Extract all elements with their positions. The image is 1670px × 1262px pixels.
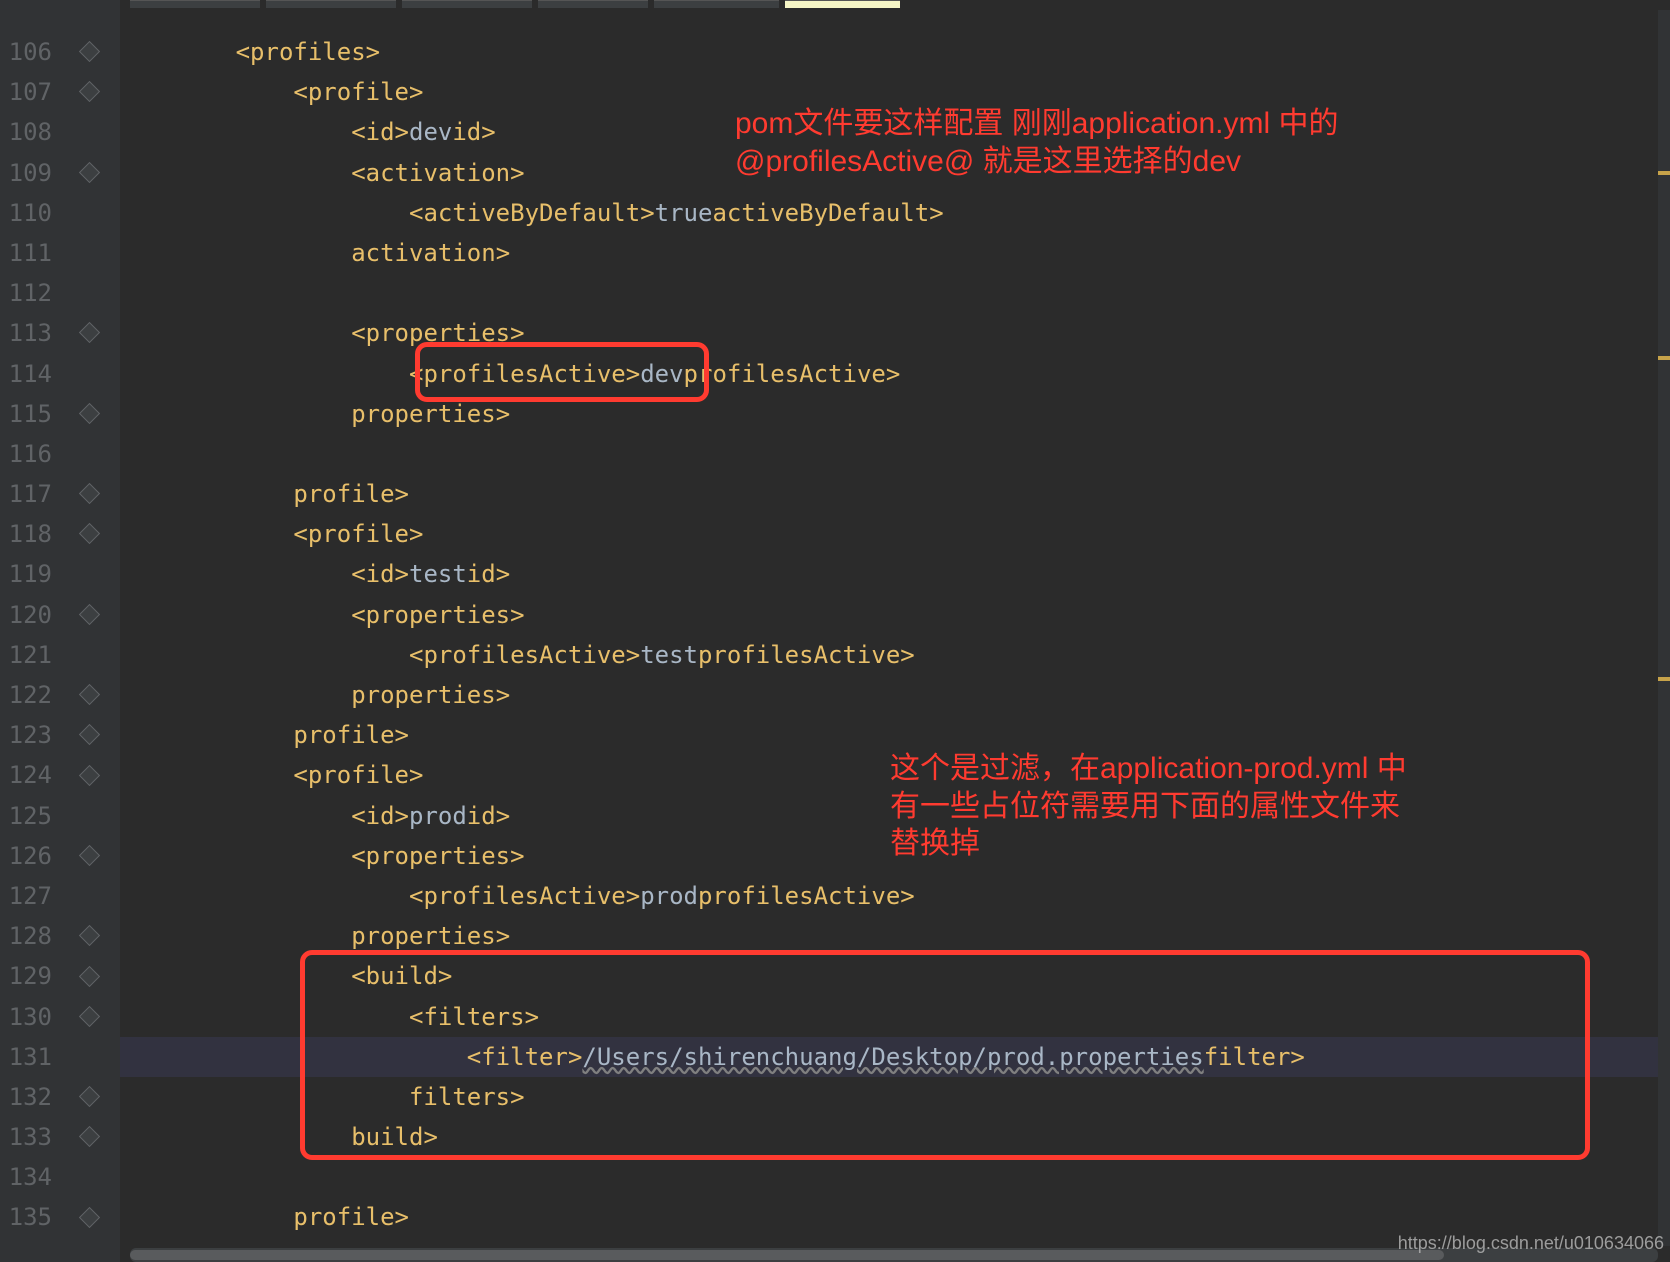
code-line[interactable]: properties> [120, 916, 1670, 956]
line-number: 122 [4, 675, 52, 715]
code-line[interactable]: filters> [120, 1077, 1670, 1117]
fold-toggle-icon[interactable] [79, 845, 100, 866]
line-number: 128 [4, 916, 52, 956]
code-line[interactable]: <properties> [120, 313, 1670, 353]
code-line[interactable]: activation> [120, 233, 1670, 273]
fold-toggle-icon[interactable] [79, 161, 100, 182]
fold-toggle-icon[interactable] [79, 1126, 100, 1147]
fold-toggle-icon[interactable] [79, 81, 100, 102]
breadcrumb-item[interactable] [654, 0, 779, 8]
fold-toggle-icon[interactable] [79, 403, 100, 424]
annotation-text-2: 这个是过滤，在application-prod.yml 中 有一些占位符需要用下… [890, 750, 1407, 863]
fold-toggle-icon[interactable] [79, 604, 100, 625]
code-line[interactable]: <build> [120, 956, 1670, 996]
breadcrumb-item[interactable] [130, 0, 260, 8]
line-number: 109 [4, 153, 52, 193]
code-line[interactable]: <properties> [120, 595, 1670, 635]
line-number: 132 [4, 1077, 52, 1117]
line-number: 130 [4, 997, 52, 1037]
line-number: 113 [4, 313, 52, 353]
error-stripe[interactable] [1658, 10, 1670, 1246]
code-line[interactable]: <profiles> [120, 32, 1670, 72]
fold-toggle-icon[interactable] [79, 764, 100, 785]
breadcrumb-item[interactable] [266, 0, 396, 8]
code-line[interactable]: <profilesActive>prodprofilesActive> [120, 876, 1670, 916]
fold-toggle-icon[interactable] [79, 322, 100, 343]
line-number: 118 [4, 514, 52, 554]
line-number: 108 [4, 112, 52, 152]
line-number: 126 [4, 836, 52, 876]
line-number: 119 [4, 554, 52, 594]
line-number: 111 [4, 233, 52, 273]
line-number: 107 [4, 72, 52, 112]
code-line[interactable] [120, 434, 1670, 474]
fold-toggle-icon[interactable] [79, 965, 100, 986]
fold-toggle-icon[interactable] [79, 925, 100, 946]
code-line[interactable]: <activeByDefault>trueactiveByDefault> [120, 193, 1670, 233]
line-number: 124 [4, 755, 52, 795]
breadcrumb-item[interactable] [402, 0, 532, 8]
code-line[interactable]: <id>testid> [120, 554, 1670, 594]
fold-toggle-icon[interactable] [79, 523, 100, 544]
code-line[interactable]: <filters> [120, 997, 1670, 1037]
fold-column[interactable] [60, 0, 120, 1262]
code-line[interactable]: <profile> [120, 514, 1670, 554]
line-number: 117 [4, 474, 52, 514]
code-line[interactable]: profile> [120, 1197, 1670, 1237]
breadcrumb-bar [0, 0, 900, 8]
line-number: 129 [4, 956, 52, 996]
fold-toggle-icon[interactable] [79, 41, 100, 62]
line-number: 110 [4, 193, 52, 233]
breadcrumb-item[interactable] [538, 0, 648, 8]
code-line[interactable]: <profilesActive>testprofilesActive> [120, 635, 1670, 675]
fold-toggle-icon[interactable] [79, 724, 100, 745]
fold-toggle-icon[interactable] [79, 483, 100, 504]
code-line[interactable]: profile> [120, 474, 1670, 514]
line-number: 125 [4, 796, 52, 836]
line-number: 106 [4, 32, 52, 72]
line-number: 134 [4, 1157, 52, 1197]
code-line[interactable] [120, 273, 1670, 313]
code-content[interactable]: <profiles> <profile> <id>devid> <activat… [120, 0, 1670, 1262]
watermark-text: https://blog.csdn.net/u010634066 [1398, 1233, 1664, 1254]
fold-toggle-icon[interactable] [79, 684, 100, 705]
line-number: 123 [4, 715, 52, 755]
fold-toggle-icon[interactable] [79, 1006, 100, 1027]
code-line[interactable]: properties> [120, 394, 1670, 434]
annotation-text-1: pom文件要这样配置 刚刚application.yml 中的 @profile… [735, 105, 1338, 180]
line-number: 133 [4, 1117, 52, 1157]
line-number: 112 [4, 273, 52, 313]
scrollbar-thumb[interactable] [130, 1250, 1444, 1260]
code-editor[interactable]: 1061071081091101111121131141151161171181… [0, 0, 1670, 1262]
fold-toggle-icon[interactable] [79, 1086, 100, 1107]
line-number: 114 [4, 354, 52, 394]
fold-toggle-icon[interactable] [79, 1207, 100, 1228]
code-line[interactable] [120, 1157, 1670, 1197]
line-number: 116 [4, 434, 52, 474]
line-number: 127 [4, 876, 52, 916]
line-number-gutter: 1061071081091101111121131141151161171181… [0, 0, 60, 1262]
line-number: 135 [4, 1197, 52, 1237]
line-number: 115 [4, 394, 52, 434]
code-line[interactable]: <filter>/Users/shirenchuang/Desktop/prod… [120, 1037, 1670, 1077]
breadcrumb-item-current[interactable] [785, 0, 900, 8]
code-line[interactable]: build> [120, 1117, 1670, 1157]
line-number: 131 [4, 1037, 52, 1077]
line-number: 121 [4, 635, 52, 675]
line-number: 120 [4, 595, 52, 635]
code-line[interactable]: <profilesActive>devprofilesActive> [120, 354, 1670, 394]
code-line[interactable]: properties> [120, 675, 1670, 715]
